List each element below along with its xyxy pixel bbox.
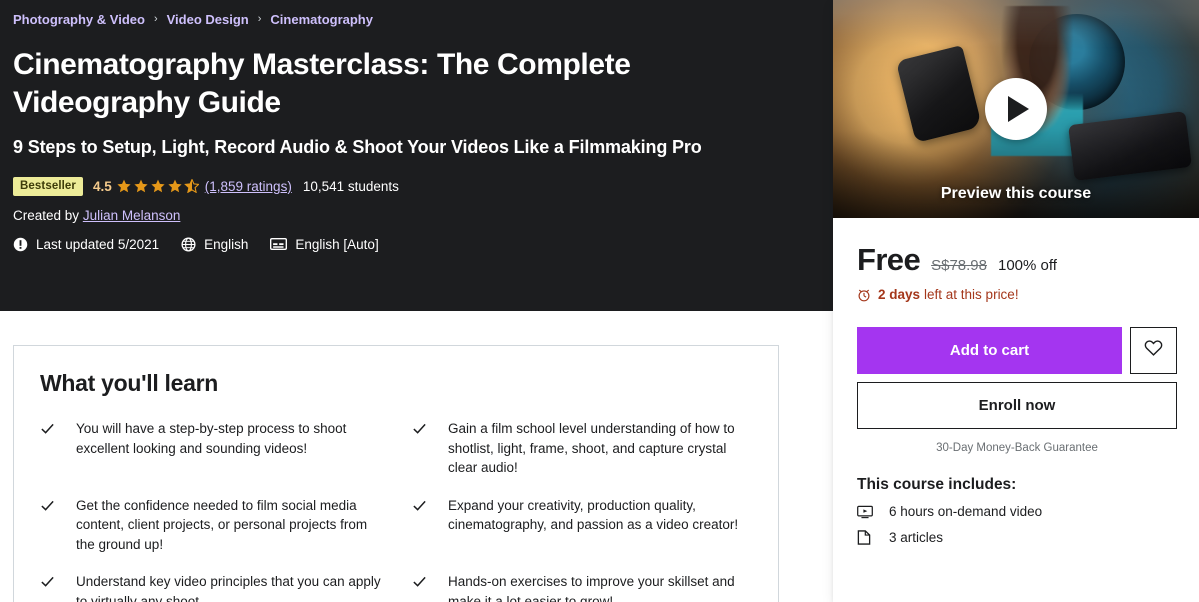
course-includes-heading: This course includes: <box>857 476 1017 493</box>
exclamation-circle-icon <box>13 237 28 252</box>
meta-captions-label: English [Auto] <box>295 236 379 252</box>
purchase-sidebar: Preview this course Free S$78.98 100% of… <box>833 0 1199 602</box>
instructor-link[interactable]: Julian Melanson <box>83 208 181 223</box>
current-price: Free <box>857 242 921 277</box>
created-by-row: Created by Julian Melanson <box>13 208 803 223</box>
learn-item: Gain a film school level understanding o… <box>412 419 754 478</box>
course-landing-page: Photography & Video › Video Design › Cin… <box>0 0 1199 602</box>
learn-item: Understand key video principles that you… <box>40 572 382 602</box>
learn-item: Hands-on exercises to improve your skill… <box>412 572 754 602</box>
bestseller-badge: Bestseller <box>13 176 83 196</box>
learn-item-text: Hands-on exercises to improve your skill… <box>448 574 735 602</box>
check-icon <box>40 572 62 602</box>
money-back-guarantee: 30-Day Money-Back Guarantee <box>936 442 1098 454</box>
main-content: What you'll learn You will have a step-b… <box>0 311 833 602</box>
preview-label: Preview this course <box>940 185 1092 202</box>
wishlist-button[interactable] <box>1130 327 1177 374</box>
list-item: 3 articles <box>857 530 1177 545</box>
meta-last-updated: Last updated 5/2021 <box>13 237 159 252</box>
discount-percent: 100% off <box>997 257 1057 274</box>
list-item-label: 3 articles <box>889 530 944 545</box>
price-row: Free S$78.98 100% off <box>857 242 1177 278</box>
enroll-now-button[interactable]: Enroll now <box>857 382 1177 429</box>
closed-caption-icon <box>270 237 288 251</box>
video-icon <box>857 505 879 519</box>
course-hero-header: Photography & Video › Video Design › Cin… <box>0 0 833 311</box>
course-title: Cinematography Masterclass: The Complete… <box>13 48 631 120</box>
meta-language-label: English <box>204 236 249 252</box>
list-item: 6 hours on-demand video <box>857 504 1177 519</box>
what-you-will-learn-card: What you'll learn You will have a step-b… <box>13 345 779 602</box>
deadline-days: 2 days <box>878 287 921 302</box>
what-you-will-learn-list: You will have a step-by-step process to … <box>40 419 754 602</box>
list-item-label: 6 hours on-demand video <box>889 504 1043 519</box>
breadcrumb-separator-icon: › <box>153 13 158 25</box>
students-count: 10,541 students <box>302 178 399 194</box>
alarm-clock-icon <box>857 288 878 302</box>
learn-item-text: Expand your creativity, production quali… <box>448 497 739 533</box>
breadcrumb-item-cinematography[interactable]: Cinematography <box>270 11 373 28</box>
created-by-label: Created by <box>13 207 80 223</box>
learn-item: You will have a step-by-step process to … <box>40 419 382 478</box>
course-subtitle: 9 Steps to Setup, Light, Record Audio & … <box>13 136 702 157</box>
learn-item-text: You will have a step-by-step process to … <box>76 421 347 456</box>
ratings-count-link[interactable]: (1,859 ratings) <box>205 179 292 194</box>
learn-item-text: Gain a film school level understanding o… <box>448 421 735 476</box>
course-includes-list: 6 hours on-demand video 3 articles <box>857 504 1177 545</box>
learn-item: Expand your creativity, production quali… <box>412 496 754 555</box>
check-icon <box>40 419 62 478</box>
check-icon <box>412 572 434 602</box>
star-rating-icon <box>117 179 199 194</box>
globe-icon <box>181 237 196 252</box>
breadcrumb-item-video-design[interactable]: Video Design <box>167 11 249 28</box>
meta-last-updated-label: Last updated 5/2021 <box>36 236 160 252</box>
heart-icon <box>1144 339 1163 362</box>
breadcrumb: Photography & Video › Video Design › Cin… <box>13 11 803 28</box>
article-icon <box>857 530 879 545</box>
play-icon[interactable] <box>985 78 1047 140</box>
rating-value: 4.5 <box>92 178 112 194</box>
course-preview-video[interactable]: Preview this course <box>833 0 1199 218</box>
price-deadline: 2 days left at this price! <box>857 287 1177 302</box>
meta-language: English <box>181 237 248 252</box>
original-price: S$78.98 <box>931 257 987 274</box>
sidebar-body: Free S$78.98 100% off 2 days left at thi… <box>833 218 1199 545</box>
check-icon <box>412 496 434 555</box>
deadline-text: left at this price! <box>924 287 1019 302</box>
meta-captions: English [Auto] <box>270 236 379 252</box>
breadcrumb-separator-icon: › <box>257 13 262 25</box>
learn-item-text: Get the confidence needed to film social… <box>76 497 368 552</box>
rating-row: Bestseller 4.5 (1,859 ratings) 10,541 st… <box>13 176 803 196</box>
what-you-will-learn-heading: What you'll learn <box>40 370 219 396</box>
cta-row: Add to cart <box>857 327 1177 374</box>
breadcrumb-item-photography-video[interactable]: Photography & Video <box>13 11 145 28</box>
check-icon <box>40 496 62 555</box>
course-meta-row: Last updated 5/2021 English English [Aut… <box>13 237 803 252</box>
add-to-cart-button[interactable]: Add to cart <box>857 327 1122 374</box>
learn-item: Get the confidence needed to film social… <box>40 496 382 555</box>
check-icon <box>412 419 434 478</box>
learn-item-text: Understand key video principles that you… <box>76 574 381 602</box>
